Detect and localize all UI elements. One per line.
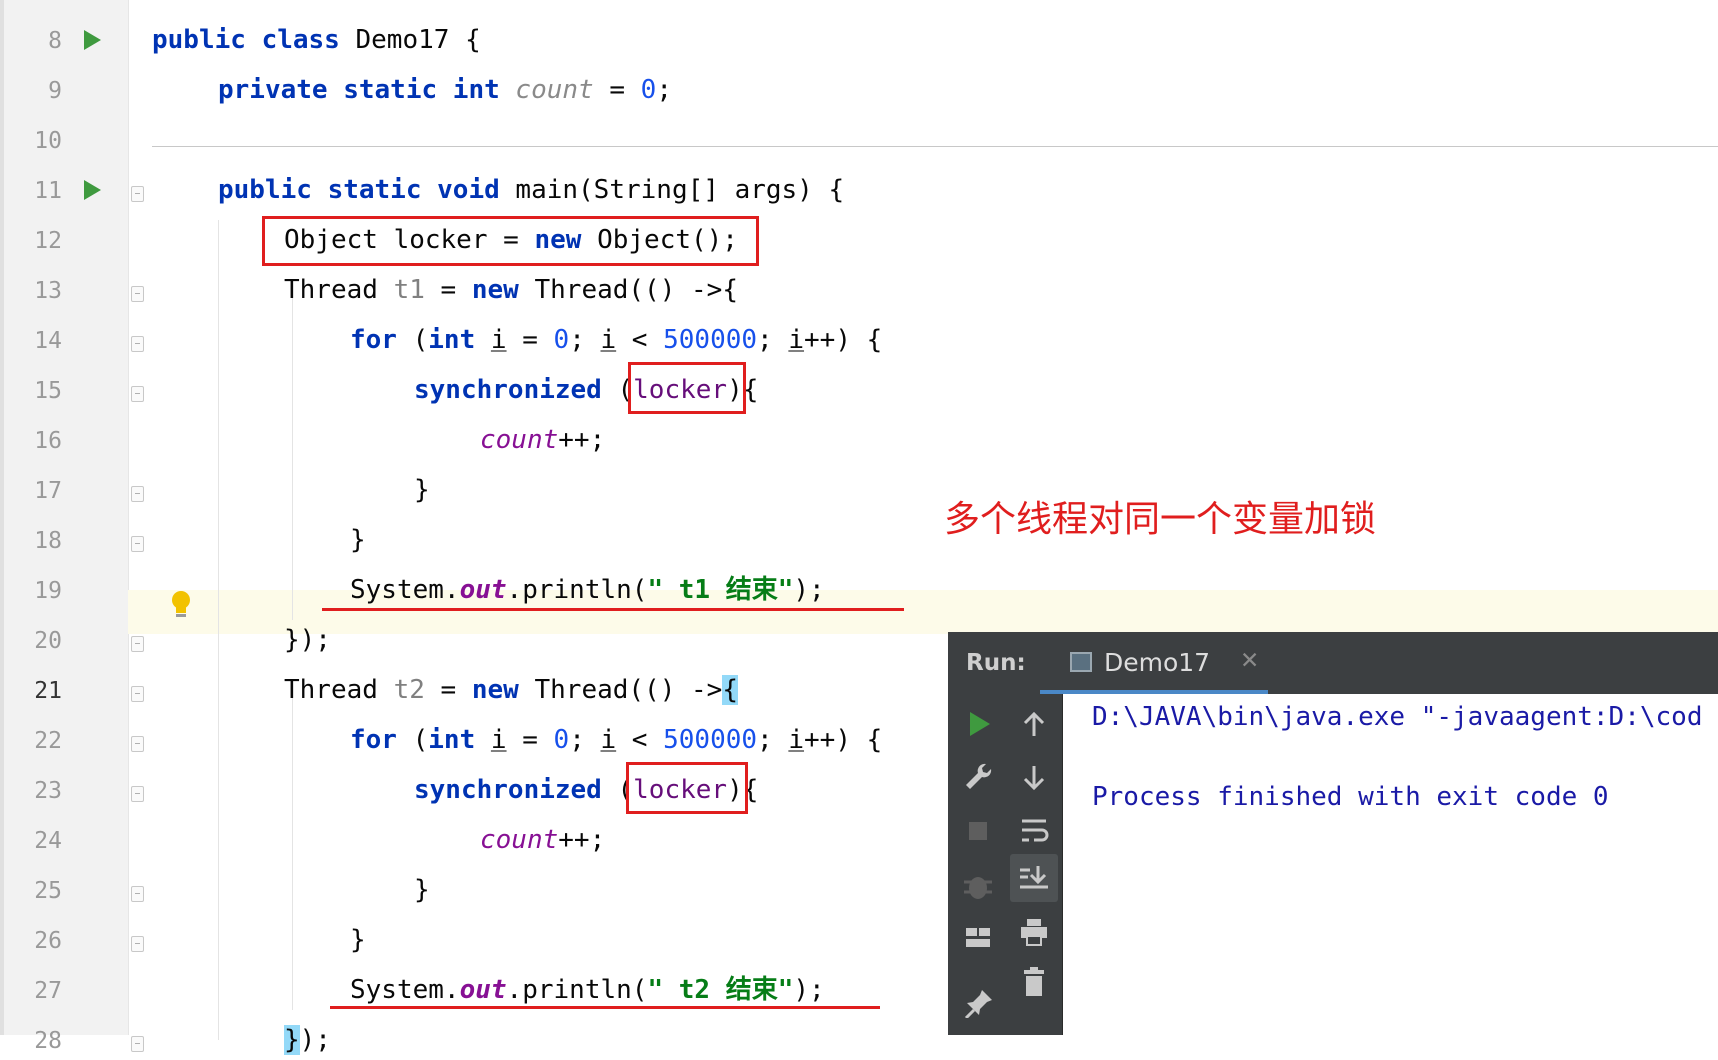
tab-demo17[interactable]: Demo17 ✕ bbox=[1040, 632, 1268, 694]
line-number: 15 bbox=[34, 378, 62, 404]
line-number: 8 bbox=[48, 28, 62, 54]
line-number: 28 bbox=[34, 1028, 62, 1054]
stop-icon[interactable] bbox=[958, 816, 998, 848]
line-number: 11 bbox=[34, 178, 62, 204]
up-arrow-icon[interactable] bbox=[1014, 708, 1054, 740]
highlight-box-locker-t1 bbox=[628, 362, 746, 414]
line-number: 14 bbox=[34, 328, 62, 354]
code-line-19: System.out.println(" t1 结束"); bbox=[350, 575, 825, 605]
line-number: 26 bbox=[34, 928, 62, 954]
underline-t1-println bbox=[322, 608, 904, 611]
line-number: 21 bbox=[34, 678, 62, 704]
code-line-16: count++; bbox=[480, 425, 606, 455]
annotation-text: 多个线程对同一个变量加锁 bbox=[944, 499, 1377, 540]
line-number: 9 bbox=[48, 78, 62, 104]
run-main-icon[interactable] bbox=[84, 180, 101, 200]
soft-wrap-icon[interactable] bbox=[1014, 814, 1054, 846]
line-number: 22 bbox=[34, 728, 62, 754]
run-icon[interactable] bbox=[958, 708, 998, 740]
debug-icon[interactable] bbox=[958, 870, 998, 904]
line-number: 25 bbox=[34, 878, 62, 904]
run-label: Run: bbox=[966, 650, 1026, 676]
line-number: 24 bbox=[34, 828, 62, 854]
code-line-15: synchronized (locker){ bbox=[414, 375, 759, 405]
trash-icon[interactable] bbox=[1014, 966, 1054, 1000]
console-line: Process finished with exit code 0 bbox=[1092, 782, 1609, 812]
highlight-box-locker-decl bbox=[262, 216, 759, 266]
console-output[interactable]: D:\JAVA\bin\java.exe "-javaagent:D:\cod … bbox=[1082, 694, 1718, 1035]
code-line-8: public class Demo17 { bbox=[152, 25, 481, 55]
line-number: 23 bbox=[34, 778, 62, 804]
close-icon[interactable]: ✕ bbox=[1240, 648, 1259, 674]
wrench-icon[interactable] bbox=[958, 760, 998, 792]
highlight-box-locker-t2 bbox=[626, 762, 748, 814]
line-number: 13 bbox=[34, 278, 62, 304]
run-main-icon[interactable] bbox=[84, 30, 101, 50]
line-number: 20 bbox=[34, 628, 62, 654]
line-number: 19 bbox=[34, 578, 62, 604]
underline-t2-println bbox=[330, 1006, 880, 1009]
code-line-13: Thread t1 = new Thread(() ->{ bbox=[284, 275, 738, 305]
run-toolbar-right bbox=[1006, 694, 1063, 1035]
line-number: 17 bbox=[34, 478, 62, 504]
code-line-9: private static int count = 0; bbox=[218, 75, 672, 105]
pin-icon[interactable] bbox=[958, 986, 998, 1018]
line-number: 12 bbox=[34, 228, 62, 254]
run-header: Run: Demo17 ✕ bbox=[950, 632, 1718, 694]
fold-icon[interactable] bbox=[131, 1036, 144, 1052]
line-number: 10 bbox=[34, 128, 62, 154]
run-tool-window[interactable]: Run: Demo17 ✕ D:\JAVA\bin\java.exe "-jav… bbox=[948, 632, 1718, 1035]
scroll-to-end-icon bbox=[1020, 866, 1048, 889]
layout-icon[interactable] bbox=[958, 922, 998, 954]
code-line-11: public static void main(String[] args) { bbox=[218, 175, 845, 205]
line-number: 16 bbox=[34, 428, 62, 454]
console-icon bbox=[1070, 652, 1092, 672]
code-line-14: for (int i = 0; i < 500000; i++) { bbox=[350, 325, 883, 355]
run-toolbar-left bbox=[950, 694, 1006, 1035]
console-line: D:\JAVA\bin\java.exe "-javaagent:D:\cod bbox=[1092, 702, 1703, 732]
line-number: 27 bbox=[34, 978, 62, 1004]
line-number: 18 bbox=[34, 528, 62, 554]
tab-title: Demo17 bbox=[1104, 648, 1211, 677]
scroll-to-end-toggle[interactable] bbox=[1010, 854, 1058, 902]
down-arrow-icon[interactable] bbox=[1014, 762, 1054, 794]
print-icon[interactable] bbox=[1014, 916, 1054, 948]
